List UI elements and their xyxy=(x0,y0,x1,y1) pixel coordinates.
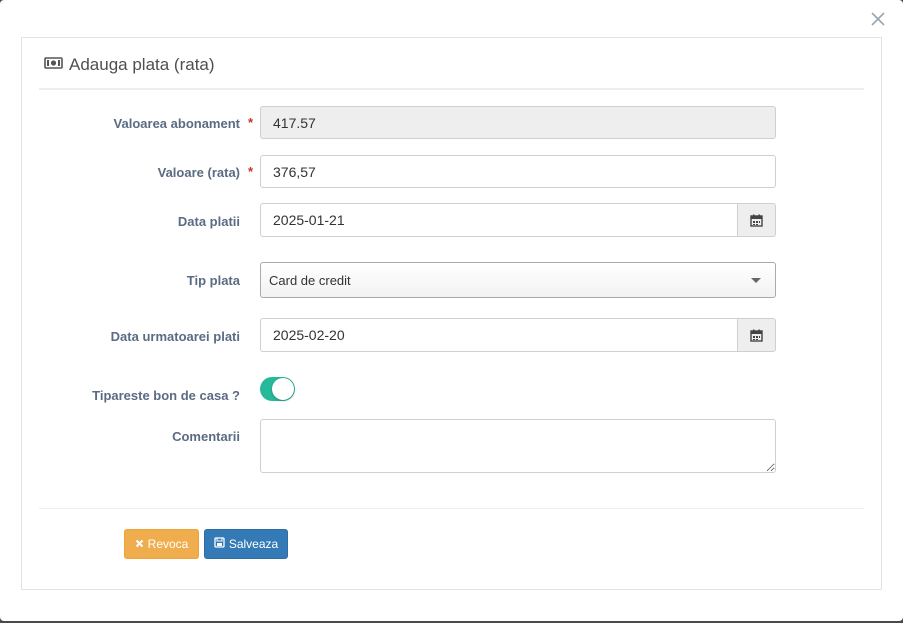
form-panel: Adauga plata (rata) Valoarea abonament *… xyxy=(21,37,882,590)
label-tipareste-bon: Tipareste bon de casa ? xyxy=(92,388,240,403)
panel-title: Adauga plata (rata) xyxy=(44,53,215,77)
calendar-icon[interactable] xyxy=(737,203,776,237)
money-icon xyxy=(44,55,63,75)
tipareste-bon-toggle[interactable] xyxy=(260,377,295,401)
required-mark: * xyxy=(248,164,254,179)
label-tip-plata: Tip plata xyxy=(186,273,240,288)
label-valoare-rata: Valoare (rata) xyxy=(157,165,240,180)
tip-plata-selected: Card de credit xyxy=(269,272,351,288)
revoca-button[interactable]: Revoca xyxy=(124,529,199,559)
label-valoarea-abonament: Valoarea abonament xyxy=(113,116,240,131)
comentarii-textarea[interactable] xyxy=(260,419,776,473)
data-platii-group: 2025-01-21 xyxy=(260,203,776,237)
salveaza-button[interactable]: Salveaza xyxy=(204,529,288,559)
times-icon xyxy=(135,537,144,551)
calendar-icon[interactable] xyxy=(737,318,776,352)
label-comentarii: Comentarii xyxy=(172,429,240,444)
toggle-knob xyxy=(272,378,294,400)
data-platii-field[interactable]: 2025-01-21 xyxy=(260,203,737,237)
data-urmatoarei-plati-field[interactable]: 2025-02-20 xyxy=(260,318,737,352)
label-data-platii: Data platii xyxy=(177,214,240,229)
revoca-label: Revoca xyxy=(147,537,189,551)
save-icon xyxy=(214,537,225,551)
required-mark: * xyxy=(248,115,254,130)
tip-plata-select[interactable]: Card de credit xyxy=(260,262,776,298)
close-icon[interactable] xyxy=(870,11,886,27)
chevron-down-icon xyxy=(751,277,761,283)
footer-divider xyxy=(39,508,864,509)
label-data-urmatoarei-plati: Data urmatoarei plati xyxy=(110,329,240,344)
modal-title: Adauga plata (rata) xyxy=(69,55,215,74)
valoarea-abonament-field[interactable]: 417.57 xyxy=(260,106,776,139)
data-urmatoarei-plati-group: 2025-02-20 xyxy=(260,318,776,352)
salveaza-label: Salveaza xyxy=(228,537,279,551)
title-divider xyxy=(39,88,864,90)
add-payment-modal: Adauga plata (rata) Valoarea abonament *… xyxy=(0,0,903,621)
valoare-rata-field[interactable]: 376,57 xyxy=(260,155,776,188)
